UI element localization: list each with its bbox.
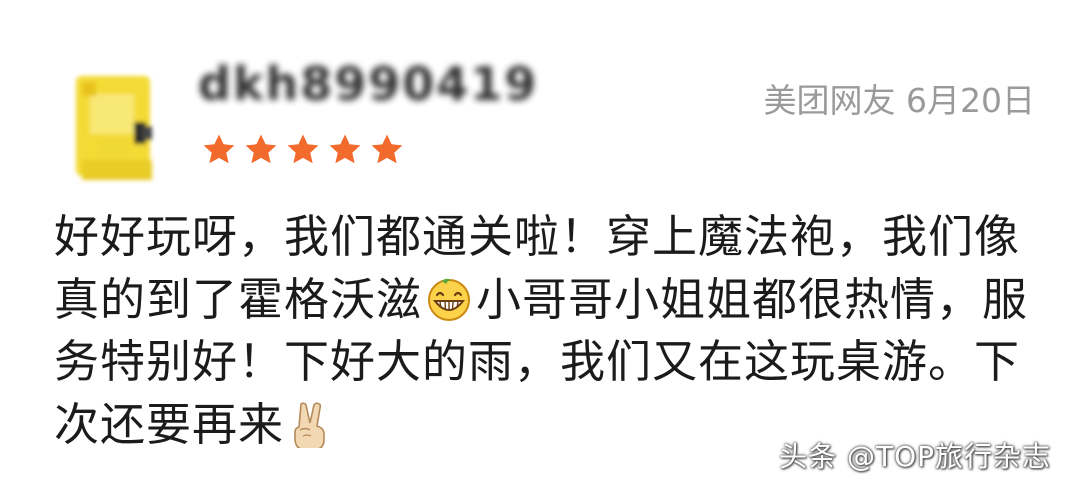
star-icon <box>368 131 406 169</box>
review-date: 6月20日 <box>906 81 1035 120</box>
star-icon <box>200 131 238 169</box>
victory-hand-icon <box>286 400 336 448</box>
user-avatar[interactable] <box>62 62 172 190</box>
review-line: 务特别好！下好大的雨，我们又在这玩桌游。下 <box>54 335 1021 388</box>
review-line-part: 真的到了霍格沃滋 <box>54 272 423 326</box>
review-meta: 美团网友 6月20日 <box>764 74 1036 122</box>
review-text: 好好玩呀，我们都通关啦！穿上魔法袍，我们像 真的到了霍格沃滋 小哥哥小姐姐都很热… <box>54 206 1044 456</box>
star-rating <box>200 131 406 173</box>
star-icon <box>242 131 280 169</box>
grinning-face-icon <box>424 275 474 323</box>
avatar-image <box>76 76 152 180</box>
review-line: 真的到了霍格沃滋 小哥哥小姐姐都很热情，服 <box>54 269 1044 332</box>
review-line: 好好玩呀，我们都通关啦！穿上魔法袍，我们像 <box>54 210 1021 263</box>
star-icon <box>284 131 322 169</box>
review-line-part: 次还要再来 <box>54 397 285 451</box>
star-icon <box>326 131 364 169</box>
review-line-part: 小哥哥小姐姐都很热情，服 <box>476 272 1029 326</box>
watermark: 头条 @TOP旅行杂志 <box>779 440 1051 473</box>
review-source: 美团网友 <box>763 81 896 120</box>
username[interactable]: dkh8990419 <box>198 56 538 112</box>
